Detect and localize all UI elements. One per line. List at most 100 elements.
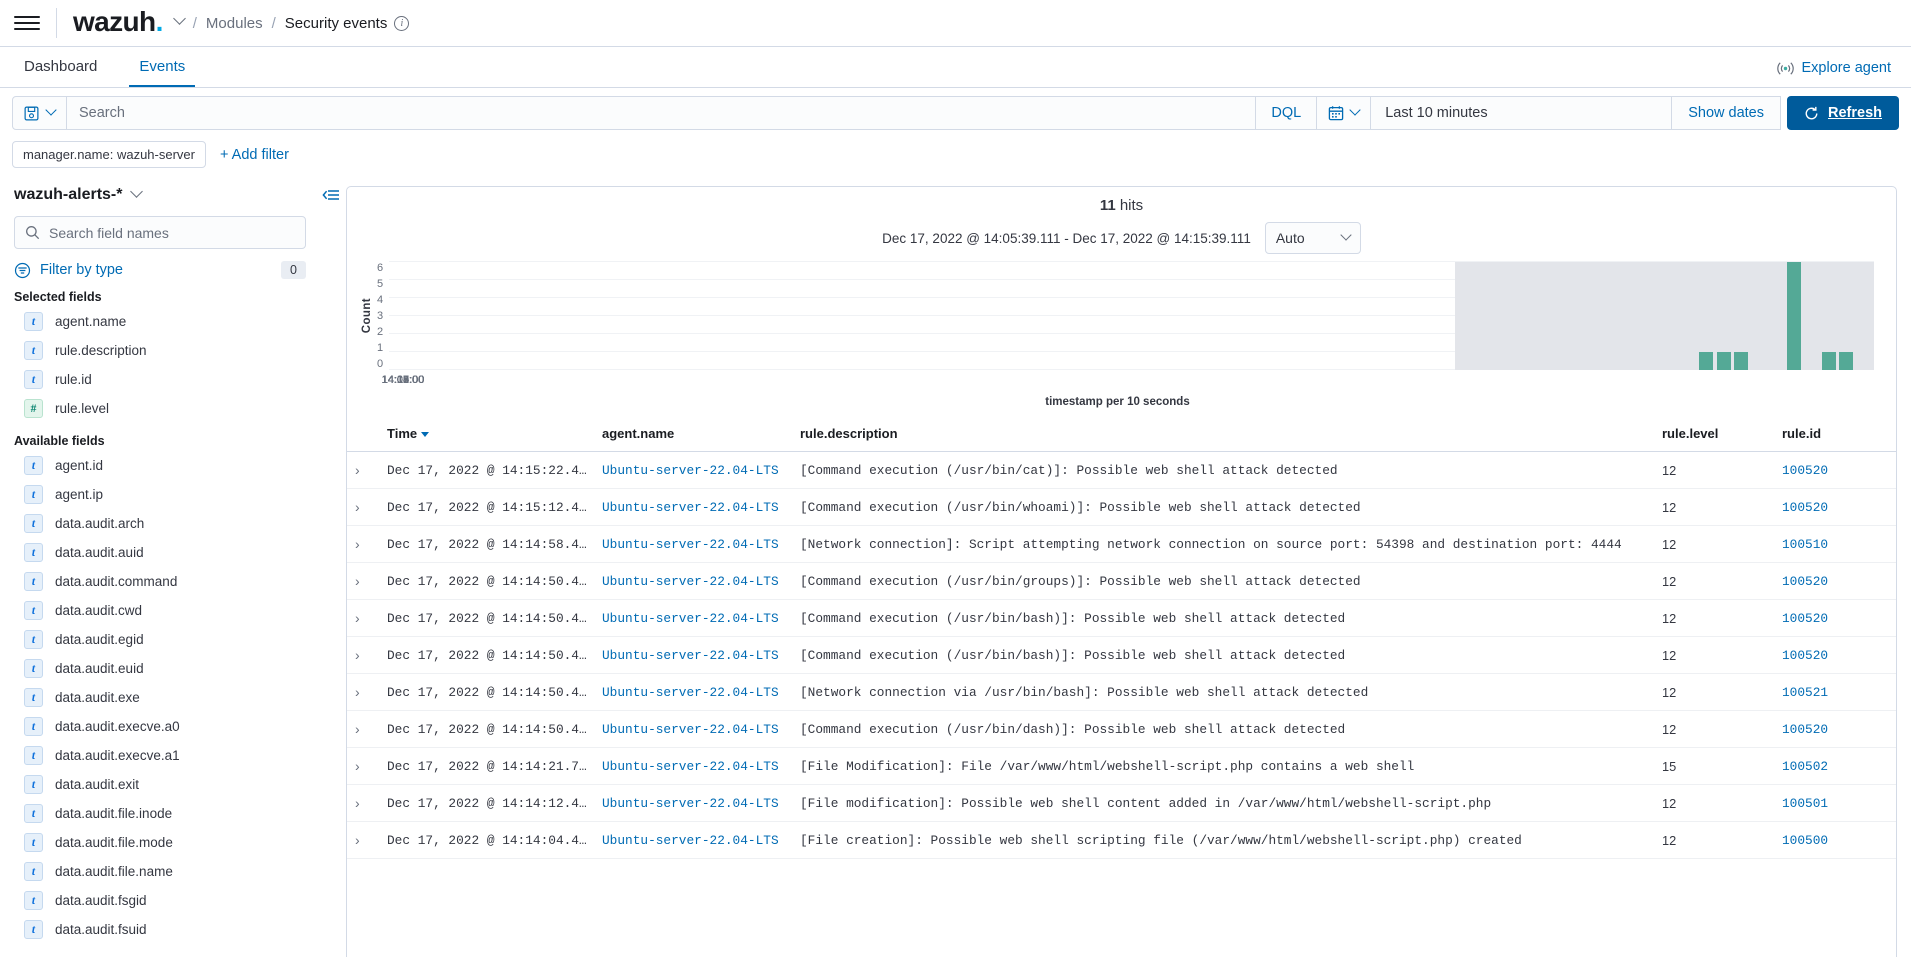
cell-agent-name[interactable]: Ubuntu-server-22.04-LTS	[596, 489, 794, 526]
field-item-data-audit-egid[interactable]: tdata.audit.egid	[14, 625, 306, 654]
field-item-data-audit-file-mode[interactable]: tdata.audit.file.mode	[14, 828, 306, 857]
table-header-rule-description[interactable]: rule.description	[794, 418, 1656, 452]
documents-table-wrapper[interactable]: Time agent.name rule.description rule.le…	[347, 418, 1896, 957]
cell-rule-id[interactable]: 100500	[1776, 822, 1896, 859]
expand-row-icon[interactable]: ›	[347, 489, 381, 526]
field-item-rule-description[interactable]: trule.description	[14, 336, 306, 365]
expand-row-icon[interactable]: ›	[347, 526, 381, 563]
saved-query-icon[interactable]	[13, 97, 67, 129]
table-row[interactable]: ›Dec 17, 2022 @ 14:14:50.459Ubuntu-serve…	[347, 600, 1896, 637]
chevron-down-icon[interactable]	[131, 185, 144, 198]
cell-agent-name[interactable]: Ubuntu-server-22.04-LTS	[596, 563, 794, 600]
expand-row-icon[interactable]: ›	[347, 711, 381, 748]
expand-row-icon[interactable]: ›	[347, 452, 381, 489]
cell-rule-id[interactable]: 100520	[1776, 489, 1896, 526]
index-pattern-selector[interactable]: wazuh-alerts-*	[14, 186, 306, 204]
table-header-time[interactable]: Time	[381, 418, 596, 452]
filter-by-type-button[interactable]: Filter by type 0	[14, 261, 306, 279]
expand-row-icon[interactable]: ›	[347, 748, 381, 785]
expand-row-icon[interactable]: ›	[347, 674, 381, 711]
dql-language-button[interactable]: DQL	[1255, 97, 1316, 129]
table-row[interactable]: ›Dec 17, 2022 @ 14:15:22.485Ubuntu-serve…	[347, 452, 1896, 489]
tab-dashboard[interactable]: Dashboard	[14, 47, 107, 87]
field-item-data-audit-exit[interactable]: tdata.audit.exit	[14, 770, 306, 799]
field-item-agent-ip[interactable]: tagent.ip	[14, 480, 306, 509]
cell-rule-id[interactable]: 100520	[1776, 452, 1896, 489]
histogram-bar[interactable]	[1717, 352, 1731, 370]
calendar-icon[interactable]	[1317, 97, 1371, 129]
chart-plot-area[interactable]	[389, 262, 1874, 370]
cell-rule-id[interactable]: 100520	[1776, 711, 1896, 748]
date-range-display[interactable]: Last 10 minutes	[1371, 97, 1671, 129]
histogram-bar[interactable]	[1734, 352, 1748, 370]
wazuh-logo[interactable]: wazuh.	[73, 8, 163, 36]
field-item-rule-level[interactable]: #rule.level	[14, 394, 306, 423]
cell-agent-name[interactable]: Ubuntu-server-22.04-LTS	[596, 526, 794, 563]
field-item-data-audit-file-inode[interactable]: tdata.audit.file.inode	[14, 799, 306, 828]
table-row[interactable]: ›Dec 17, 2022 @ 14:14:50.458Ubuntu-serve…	[347, 674, 1896, 711]
cell-rule-id[interactable]: 100520	[1776, 600, 1896, 637]
chevron-down-icon[interactable]	[175, 14, 184, 32]
field-item-data-audit-fsuid[interactable]: tdata.audit.fsuid	[14, 915, 306, 944]
field-item-data-audit-exe[interactable]: tdata.audit.exe	[14, 683, 306, 712]
cell-agent-name[interactable]: Ubuntu-server-22.04-LTS	[596, 785, 794, 822]
field-item-data-audit-cwd[interactable]: tdata.audit.cwd	[14, 596, 306, 625]
cell-agent-name[interactable]: Ubuntu-server-22.04-LTS	[596, 711, 794, 748]
field-item-data-audit-execve-a0[interactable]: tdata.audit.execve.a0	[14, 712, 306, 741]
table-row[interactable]: ›Dec 17, 2022 @ 14:14:50.451Ubuntu-serve…	[347, 711, 1896, 748]
info-circle-icon[interactable]: i	[394, 16, 409, 31]
cell-rule-id[interactable]: 100521	[1776, 674, 1896, 711]
histogram-bar[interactable]	[1699, 352, 1713, 370]
tab-events[interactable]: Events	[129, 47, 195, 87]
cell-rule-id[interactable]: 100502	[1776, 748, 1896, 785]
table-row[interactable]: ›Dec 17, 2022 @ 14:14:04.480Ubuntu-serve…	[347, 822, 1896, 859]
expand-row-icon[interactable]: ›	[347, 563, 381, 600]
table-row[interactable]: ›Dec 17, 2022 @ 14:14:58.462Ubuntu-serve…	[347, 526, 1896, 563]
field-item-agent-id[interactable]: tagent.id	[14, 451, 306, 480]
field-item-data-audit-arch[interactable]: tdata.audit.arch	[14, 509, 306, 538]
field-item-data-audit-euid[interactable]: tdata.audit.euid	[14, 654, 306, 683]
explore-agent-button[interactable]: Explore agent	[1777, 60, 1891, 76]
cell-agent-name[interactable]: Ubuntu-server-22.04-LTS	[596, 674, 794, 711]
add-filter-button[interactable]: + Add filter	[220, 147, 289, 163]
cell-rule-id[interactable]: 100510	[1776, 526, 1896, 563]
field-item-data-audit-fsgid[interactable]: tdata.audit.fsgid	[14, 886, 306, 915]
search-field-names-input[interactable]	[49, 225, 295, 241]
sort-descending-icon[interactable]	[421, 432, 429, 437]
table-row[interactable]: ›Dec 17, 2022 @ 14:14:21.739Ubuntu-serve…	[347, 748, 1896, 785]
histogram-bar[interactable]	[1839, 352, 1853, 370]
table-row[interactable]: ›Dec 17, 2022 @ 14:14:50.459Ubuntu-serve…	[347, 637, 1896, 674]
histogram-bar[interactable]	[1787, 262, 1801, 370]
table-row[interactable]: ›Dec 17, 2022 @ 14:15:12.475Ubuntu-serve…	[347, 489, 1896, 526]
refresh-button[interactable]: Refresh	[1787, 96, 1899, 130]
expand-row-icon[interactable]: ›	[347, 785, 381, 822]
field-item-data-audit-execve-a1[interactable]: tdata.audit.execve.a1	[14, 741, 306, 770]
field-item-agent-name[interactable]: tagent.name	[14, 307, 306, 336]
cell-agent-name[interactable]: Ubuntu-server-22.04-LTS	[596, 452, 794, 489]
cell-agent-name[interactable]: Ubuntu-server-22.04-LTS	[596, 822, 794, 859]
table-row[interactable]: ›Dec 17, 2022 @ 14:14:12.448Ubuntu-serve…	[347, 785, 1896, 822]
breadcrumb-security-events[interactable]: Security events	[285, 15, 388, 32]
field-item-data-audit-command[interactable]: tdata.audit.command	[14, 567, 306, 596]
search-input[interactable]	[67, 97, 1255, 129]
expand-row-icon[interactable]: ›	[347, 600, 381, 637]
expand-row-icon[interactable]: ›	[347, 822, 381, 859]
field-item-rule-id[interactable]: trule.id	[14, 365, 306, 394]
cell-rule-id[interactable]: 100501	[1776, 785, 1896, 822]
expand-row-icon[interactable]: ›	[347, 637, 381, 674]
field-item-data-audit-file-name[interactable]: tdata.audit.file.name	[14, 857, 306, 886]
cell-rule-id[interactable]: 100520	[1776, 637, 1896, 674]
hamburger-menu-icon[interactable]	[14, 10, 40, 36]
filter-pill-manager-name[interactable]: manager.name: wazuh-server	[12, 141, 206, 168]
histogram-bar[interactable]	[1822, 352, 1836, 370]
field-item-data-audit-auid[interactable]: tdata.audit.auid	[14, 538, 306, 567]
show-dates-button[interactable]: Show dates	[1671, 97, 1780, 129]
collapse-sidebar-icon[interactable]	[322, 186, 340, 957]
interval-select[interactable]: Auto	[1265, 222, 1361, 254]
breadcrumb-modules[interactable]: Modules	[206, 15, 263, 32]
table-header-agent-name[interactable]: agent.name	[596, 418, 794, 452]
table-header-rule-level[interactable]: rule.level	[1656, 418, 1776, 452]
table-row[interactable]: ›Dec 17, 2022 @ 14:14:50.499Ubuntu-serve…	[347, 563, 1896, 600]
cell-agent-name[interactable]: Ubuntu-server-22.04-LTS	[596, 748, 794, 785]
cell-agent-name[interactable]: Ubuntu-server-22.04-LTS	[596, 600, 794, 637]
